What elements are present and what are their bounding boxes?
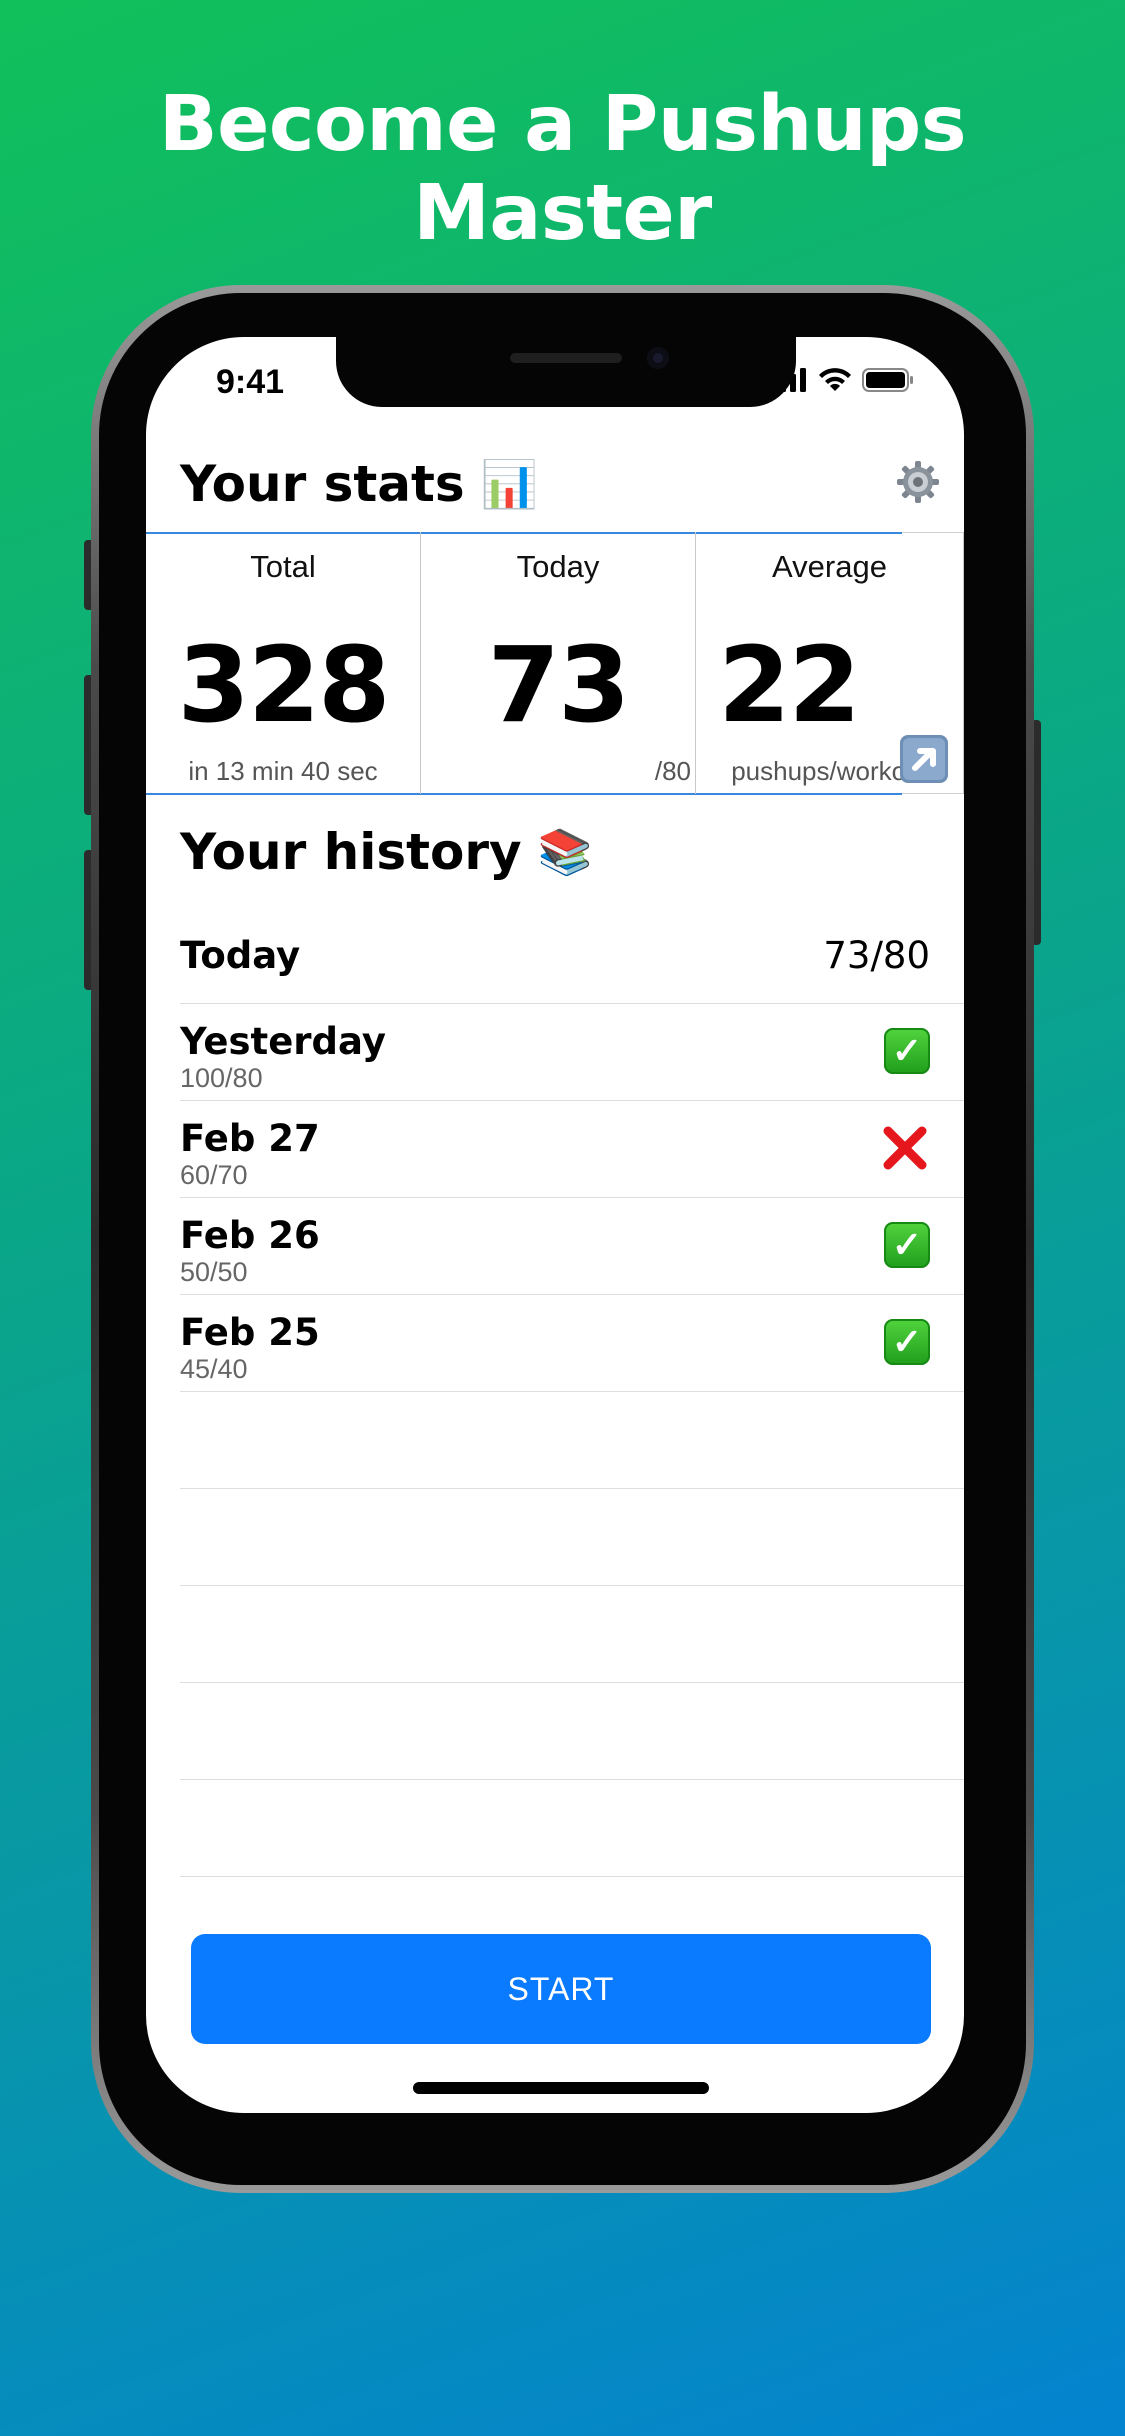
stat-total-duration: in 13 min 40 sec: [188, 756, 378, 786]
history-row-today[interactable]: Today 73/80: [180, 907, 964, 1004]
arrow-up-right-icon[interactable]: [899, 734, 949, 784]
stat-average-value: 22: [718, 624, 861, 746]
stats-bottom-border-end: [902, 793, 964, 794]
phone-frame: 9:41 Your stats 📊 Total 328 in 13 min 40…: [91, 285, 1034, 2193]
stats-title-text: Your stats: [180, 455, 465, 513]
empty-row: [180, 1683, 964, 1780]
wifi-icon: [819, 368, 851, 391]
battery-icon: [862, 368, 913, 392]
stat-average-label: Average: [772, 549, 887, 584]
check-mark-icon: ✓: [884, 1319, 930, 1365]
stat-today: Today 73 /80: [421, 534, 695, 792]
headline: Become a Pushups Master: [158, 80, 967, 258]
stat-today-value: 73: [487, 624, 631, 746]
stat-divider: [963, 532, 964, 794]
stat-today-label: Today: [516, 549, 600, 584]
stat-total-value: 328: [177, 624, 390, 746]
stat-total-label: Total: [250, 549, 316, 584]
row-result: 100/80: [180, 1063, 263, 1093]
history-row[interactable]: Feb 26 50/50 ✓: [180, 1198, 964, 1295]
row-result: 60/70: [180, 1160, 248, 1190]
check-mark-icon: ✓: [884, 1222, 930, 1268]
start-button[interactable]: START: [191, 1934, 931, 2044]
row-date: Yesterday: [180, 1020, 386, 1063]
history-row[interactable]: Yesterday 100/80 ✓: [180, 1004, 964, 1101]
history-row[interactable]: Feb 25 45/40 ✓: [180, 1295, 964, 1392]
app-screen: 9:41 Your stats 📊 Total 328 in 13 min 40…: [146, 337, 964, 2113]
empty-row: [180, 1392, 964, 1489]
row-result: 45/40: [180, 1354, 248, 1384]
empty-row: [180, 1780, 964, 1877]
stats-bottom-border: [146, 793, 902, 795]
stats-top-border-end: [902, 532, 964, 533]
history-row[interactable]: Feb 27 60/70: [180, 1101, 964, 1198]
empty-row: [180, 1586, 964, 1683]
cross-mark-icon: [883, 1126, 927, 1170]
row-date: Feb 26: [180, 1214, 320, 1257]
row-date: Feb 25: [180, 1311, 320, 1354]
stat-today-goal: /80: [654, 756, 691, 786]
notch: [336, 337, 796, 407]
home-indicator[interactable]: [413, 2082, 709, 2094]
speaker: [510, 353, 622, 363]
row-value: 73/80: [823, 934, 930, 977]
history-title: Your history 📚: [180, 823, 592, 881]
stats-title: Your stats 📊: [180, 455, 538, 513]
row-date: Feb 27: [180, 1117, 320, 1160]
bar-chart-icon: 📊: [480, 456, 538, 511]
empty-row: [180, 1489, 964, 1586]
front-camera: [647, 347, 669, 369]
stat-total: Total 328 in 13 min 40 sec: [146, 534, 420, 792]
row-date: Today: [180, 934, 301, 977]
books-icon: 📚: [537, 827, 593, 878]
history-title-text: Your history: [180, 823, 522, 881]
row-result: 50/50: [180, 1257, 248, 1287]
status-time: 9:41: [216, 363, 285, 401]
check-mark-icon: ✓: [884, 1028, 930, 1074]
gear-icon[interactable]: [896, 460, 940, 504]
